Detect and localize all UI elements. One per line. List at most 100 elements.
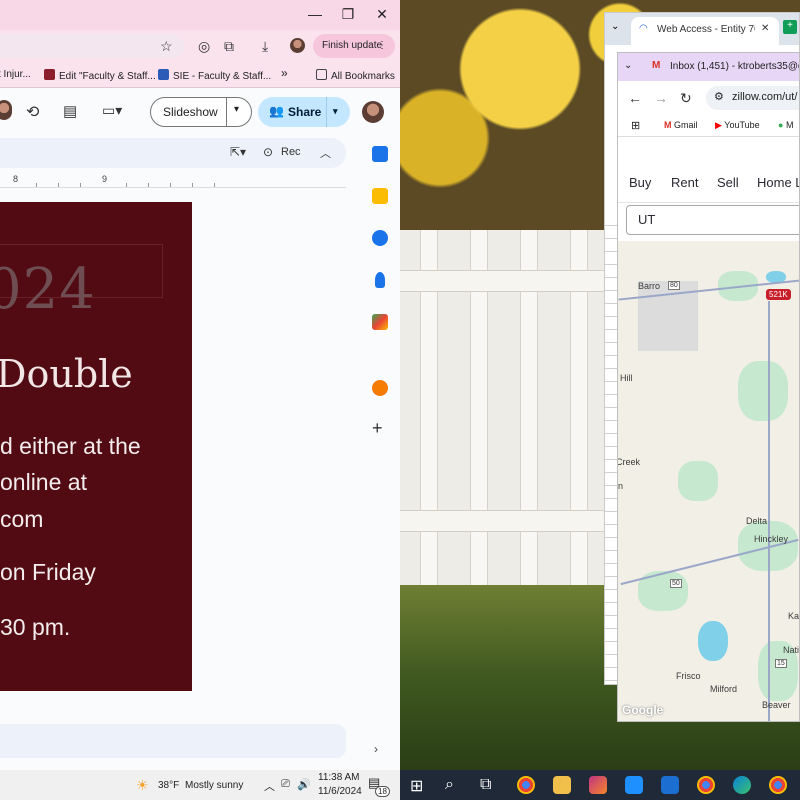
- account-avatar[interactable]: [362, 101, 384, 123]
- puzzle-icon[interactable]: ⧉: [224, 38, 234, 55]
- gmail-icon: M: [652, 60, 661, 71]
- extension-icon[interactable]: ◎: [198, 38, 210, 55]
- tasks-icon[interactable]: [372, 230, 388, 246]
- apps-grid-icon[interactable]: ⊞: [631, 119, 640, 132]
- nav-home-loans[interactable]: Home L: [757, 175, 799, 190]
- bookmark-favicon: [158, 69, 169, 80]
- contacts-icon[interactable]: [375, 272, 385, 288]
- calendar-icon[interactable]: [372, 146, 388, 162]
- zillow-nav: Buy Rent Sell Home L: [618, 163, 799, 203]
- chevron-right-icon[interactable]: ›: [374, 742, 378, 756]
- nav-rent[interactable]: Rent: [671, 175, 698, 190]
- restore-icon[interactable]: ❐: [338, 6, 358, 23]
- zillow-browser-window: ⌄ M Inbox (1,451) - ktroberts35@gm ← → ↻…: [617, 52, 800, 722]
- file-explorer-icon[interactable]: [553, 776, 571, 794]
- forward-icon[interactable]: →: [654, 90, 668, 106]
- bookmark-item[interactable]: SIE - Faculty & Staff...: [158, 69, 271, 82]
- clock-date[interactable]: 11/6/2024: [318, 786, 362, 797]
- youtube-icon: ▶: [715, 120, 725, 130]
- zillow-map[interactable]: Barro 80 Hill Creek n Delta Hinckley 50 …: [618, 241, 800, 721]
- weather-temp[interactable]: 38°F: [158, 780, 179, 791]
- finish-update-button[interactable]: Finish update ⋮: [313, 34, 395, 58]
- slide-heading: Double: [0, 352, 133, 396]
- share-label: Share: [288, 105, 322, 119]
- zillow-address-bar[interactable]: ⚙ zillow.com/ut/: [706, 86, 799, 110]
- network-icon[interactable]: ⎚: [281, 778, 290, 791]
- tab-search-icon[interactable]: ⌄: [611, 21, 619, 32]
- task-view-icon[interactable]: ⧉: [480, 776, 491, 794]
- bookmark-gmail[interactable]: M Gmail: [664, 120, 698, 130]
- profile-avatar[interactable]: [290, 38, 305, 53]
- maps-icon[interactable]: [372, 314, 388, 330]
- chevron-down-icon[interactable]: ▾: [333, 106, 338, 117]
- chrome-icon[interactable]: [517, 776, 535, 794]
- clock-time[interactable]: 11:38 AM: [318, 772, 360, 783]
- pointer-icon[interactable]: ⇱▾: [230, 145, 246, 159]
- tab-web-access[interactable]: ◠ Web Access - Entity 70 ✕: [631, 17, 779, 45]
- slides-browser-window: — ❐ ✕ ☆ ◎ ⧉ ⤓ Finish update ⋮ t Injur...…: [0, 0, 400, 770]
- map-label: Kar: [788, 611, 800, 621]
- bookmark-star-icon[interactable]: ☆: [160, 38, 173, 55]
- bookmarks-overflow[interactable]: »: [281, 66, 288, 80]
- nav-sell[interactable]: Sell: [717, 175, 739, 190]
- start-icon[interactable]: ⊞: [410, 776, 423, 796]
- minimize-icon[interactable]: —: [305, 6, 325, 22]
- people-icon: 👥: [269, 104, 284, 118]
- zillow-address-row: ← → ↻ ⚙ zillow.com/ut/: [618, 81, 799, 115]
- chevron-down-icon[interactable]: ▾: [234, 104, 239, 115]
- sheets-icon[interactable]: +: [783, 20, 797, 34]
- bookmark-item[interactable]: Edit "Faculty & Staff...: [44, 69, 156, 82]
- zillow-bookmarks-bar: ⊞ M Gmail ▶ YouTube ● M: [618, 115, 799, 137]
- tray-chevron-icon[interactable]: ︿: [264, 778, 275, 794]
- slide[interactable]: 024 Double d either at the online at com…: [0, 202, 192, 691]
- search-icon[interactable]: ⌕: [445, 776, 454, 794]
- collaborator-avatar[interactable]: [0, 100, 12, 120]
- photos-icon[interactable]: [589, 776, 607, 794]
- weather-desc[interactable]: Mostly sunny: [185, 780, 243, 791]
- address-bar[interactable]: [0, 34, 184, 58]
- location-search-input[interactable]: UT: [626, 205, 799, 235]
- history-icon[interactable]: ⟲: [26, 102, 39, 122]
- close-tab-icon[interactable]: ✕: [761, 23, 769, 34]
- nav-buy[interactable]: Buy: [629, 175, 651, 190]
- notification-count: 18: [375, 786, 390, 797]
- gmail-icon: M: [664, 120, 674, 130]
- store-icon[interactable]: [625, 776, 643, 794]
- zillow-tab-title[interactable]: Inbox (1,451) - ktroberts35@gm: [670, 61, 799, 72]
- bookmark-item[interactable]: t Injur...: [0, 69, 31, 80]
- download-icon[interactable]: ⤓: [262, 38, 268, 55]
- keep-icon[interactable]: [372, 188, 388, 204]
- zillow-tab-strip: ⌄ M Inbox (1,451) - ktroberts35@gm: [618, 53, 799, 81]
- map-label: Delta: [746, 516, 768, 526]
- slide-body-line: 30 pm.: [0, 614, 71, 640]
- share-button[interactable]: 👥 Share ▾: [258, 97, 350, 127]
- rec-label[interactable]: Rec: [281, 146, 301, 158]
- rec-icon[interactable]: ⊙: [263, 145, 273, 159]
- collapse-toolbar-icon[interactable]: ︿: [320, 145, 331, 161]
- speaker-notes[interactable]: [0, 724, 346, 758]
- edge-icon[interactable]: [733, 776, 751, 794]
- slideshow-button[interactable]: Slideshow ▾: [150, 97, 252, 127]
- reload-icon[interactable]: ↻: [680, 90, 692, 107]
- tab-strip: ⌄ ◠ Web Access - Entity 70 ✕ +: [605, 13, 799, 45]
- tab-title: Web Access - Entity 70: [657, 24, 755, 35]
- bookmark-youtube[interactable]: ▶ YouTube: [715, 120, 760, 131]
- slides-titlebar: — ❐ ✕: [0, 0, 400, 30]
- map-label: Frisco: [676, 671, 701, 681]
- all-bookmarks[interactable]: All Bookmarks: [316, 69, 395, 82]
- close-icon[interactable]: ✕: [372, 6, 392, 23]
- add-icon[interactable]: +: [372, 418, 383, 439]
- meet-icon[interactable]: ▭▾: [102, 102, 122, 119]
- tab-search-icon[interactable]: ⌄: [624, 60, 632, 71]
- price-marker[interactable]: 521K: [766, 289, 791, 300]
- app-icon[interactable]: [661, 776, 679, 794]
- comment-icon[interactable]: ▤: [63, 102, 77, 120]
- site-info-icon[interactable]: ⚙: [714, 90, 724, 103]
- back-icon[interactable]: ←: [628, 90, 642, 106]
- chrome-alt-icon[interactable]: [769, 776, 787, 794]
- weather-icon: ☀: [136, 777, 149, 793]
- addon-icon[interactable]: [372, 380, 388, 396]
- bookmark-maps[interactable]: ● M: [778, 120, 793, 130]
- volume-icon[interactable]: 🔊: [297, 778, 311, 791]
- chrome-profile-icon[interactable]: [697, 776, 715, 794]
